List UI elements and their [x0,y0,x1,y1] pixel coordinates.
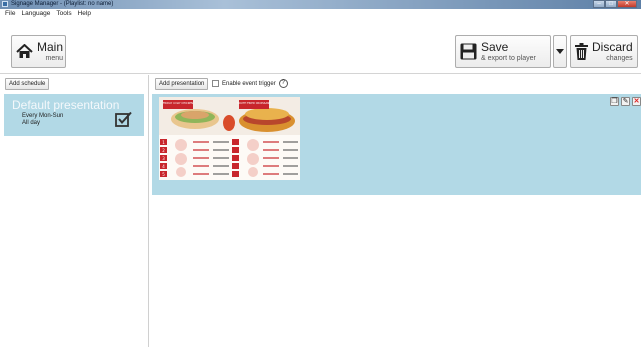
minimize-button[interactable]: – [593,0,605,8]
thumb-number-3: 3 [162,156,165,161]
discard-button-sublabel: changes [606,55,633,62]
menu-tools[interactable]: Tools [56,9,71,18]
caret-down-icon [556,49,564,54]
main-button-label: Main [37,40,64,54]
menu-board-image: FRIDAY 4 DAY CHICKEN SOUTH FRIED CROISSA… [159,97,300,180]
add-presentation-button[interactable]: Add presentation [155,78,209,90]
presentation-panel: Add presentation Enable event trigger ? … [150,75,641,347]
save-button-label: Save [481,40,509,54]
thumb-number-2: 2 [162,148,165,153]
close-button[interactable]: ✕ [617,0,637,8]
toolbar: Main menu Save & export to player Discar… [0,18,641,74]
thumb-right-banner: SOUTH FRIED CROISSANT [237,101,271,105]
discard-changes-button[interactable]: Discard changes [570,35,638,68]
menu-help[interactable]: Help [78,9,91,18]
event-trigger-label: Enable event trigger [222,80,276,87]
presentation-item[interactable]: FRIDAY 4 DAY CHICKEN SOUTH FRIED CROISSA… [152,94,641,195]
add-schedule-button[interactable]: Add schedule [5,78,50,90]
event-trigger-option[interactable]: Enable event trigger ? [212,79,288,88]
schedule-checkbox-icon[interactable] [115,111,133,127]
main-menu-button[interactable]: Main menu [11,35,66,68]
title-bar: Signage Manager - (Playlist: no name) – … [0,0,641,9]
discard-button-label: Discard [592,40,633,54]
home-icon [16,44,33,58]
menu-file[interactable]: File [5,9,15,18]
schedule-time: All day [22,120,41,126]
schedule-panel: Add schedule Default presentation Every … [0,75,149,347]
thumb-number-5: 5 [162,172,165,177]
delete-icon[interactable]: ✕ [632,97,641,106]
thumb-left-banner: FRIDAY 4 DAY CHICKEN [163,101,193,105]
presentation-actions: ❐ ✎ ✕ [610,97,641,106]
window-title: Signage Manager - (Playlist: no name) [11,1,114,7]
schedule-days: Every Mon-Sun [22,113,64,119]
thumb-number-1: 1 [162,140,165,145]
help-icon[interactable]: ? [278,79,288,88]
edit-icon[interactable]: ✎ [621,97,630,106]
floppy-disk-icon [460,43,477,60]
save-export-button[interactable]: Save & export to player [455,35,551,68]
main-button-sublabel: menu [45,55,64,62]
app-icon [2,1,8,7]
menu-bar: File Language Tools Help [0,9,641,18]
maximize-button[interactable]: □ [605,0,617,8]
trash-icon [575,43,588,60]
presentation-thumbnail[interactable]: FRIDAY 4 DAY CHICKEN SOUTH FRIED CROISSA… [159,97,300,180]
schedule-item[interactable]: Default presentation Every Mon-Sun All d… [4,94,144,136]
event-trigger-checkbox[interactable] [212,80,219,87]
menu-language[interactable]: Language [21,9,50,18]
thumb-number-4: 4 [162,164,165,169]
save-options-dropdown[interactable] [553,35,567,68]
schedule-title: Default presentation [12,98,120,112]
window-controls: – □ ✕ [593,0,637,8]
copy-icon[interactable]: ❐ [610,97,619,106]
save-button-sublabel: & export to player [481,55,536,62]
